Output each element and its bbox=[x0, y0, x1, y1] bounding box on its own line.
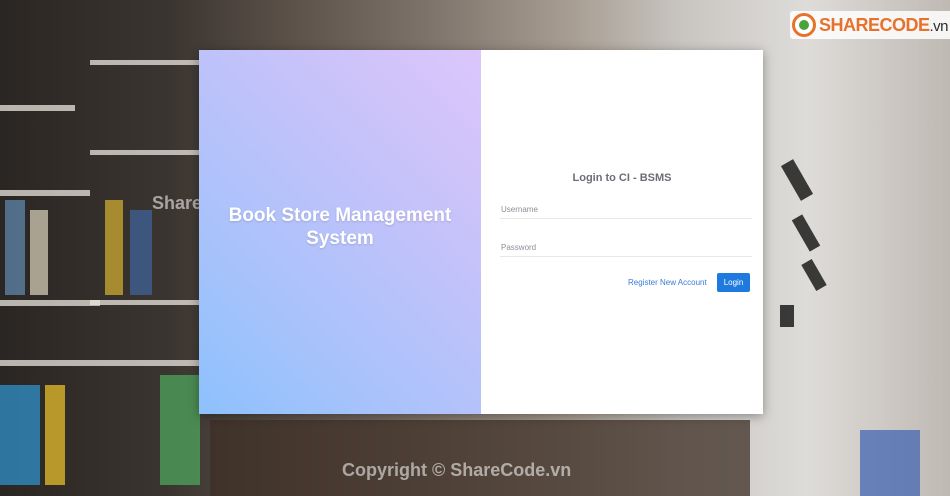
login-form-panel: Login to CI - BSMS Register New Account … bbox=[481, 50, 763, 414]
login-title: Login to CI - BSMS bbox=[572, 172, 672, 184]
password-input[interactable] bbox=[500, 238, 752, 257]
book bbox=[130, 210, 152, 295]
copyright-watermark: Copyright © ShareCode.vn bbox=[342, 460, 572, 480]
book bbox=[45, 385, 65, 485]
bookshelf bbox=[90, 300, 200, 305]
bookshelf bbox=[0, 190, 90, 196]
ceiling-light bbox=[780, 159, 814, 201]
locker bbox=[860, 430, 920, 496]
brand-panel: Book Store Management System bbox=[199, 50, 481, 414]
username-input[interactable] bbox=[500, 200, 752, 219]
book bbox=[5, 200, 25, 295]
book bbox=[0, 385, 40, 485]
bookshelf bbox=[0, 360, 200, 366]
register-new-account-link[interactable]: Register New Account bbox=[628, 278, 707, 287]
sharecode-logo-icon bbox=[792, 13, 816, 37]
book bbox=[160, 375, 200, 485]
book bbox=[105, 200, 123, 295]
ceiling-light bbox=[801, 259, 827, 291]
sharecode-logo-text: SHARECODE.vn bbox=[819, 14, 949, 35]
bookshelf bbox=[0, 105, 75, 111]
login-button[interactable]: Login bbox=[717, 273, 750, 292]
app-title: Book Store Management System bbox=[228, 205, 452, 249]
ceiling-light bbox=[780, 305, 794, 327]
login-card: Book Store Management System Login to CI… bbox=[199, 50, 763, 414]
book bbox=[30, 210, 48, 295]
bookshelf-row bbox=[210, 420, 750, 496]
bookshelf bbox=[90, 150, 200, 155]
bookshelf bbox=[90, 60, 200, 65]
ceiling-light bbox=[791, 214, 821, 252]
bookshelf bbox=[0, 300, 100, 306]
sharecode-logo: SHARECODE.vn bbox=[790, 11, 950, 39]
